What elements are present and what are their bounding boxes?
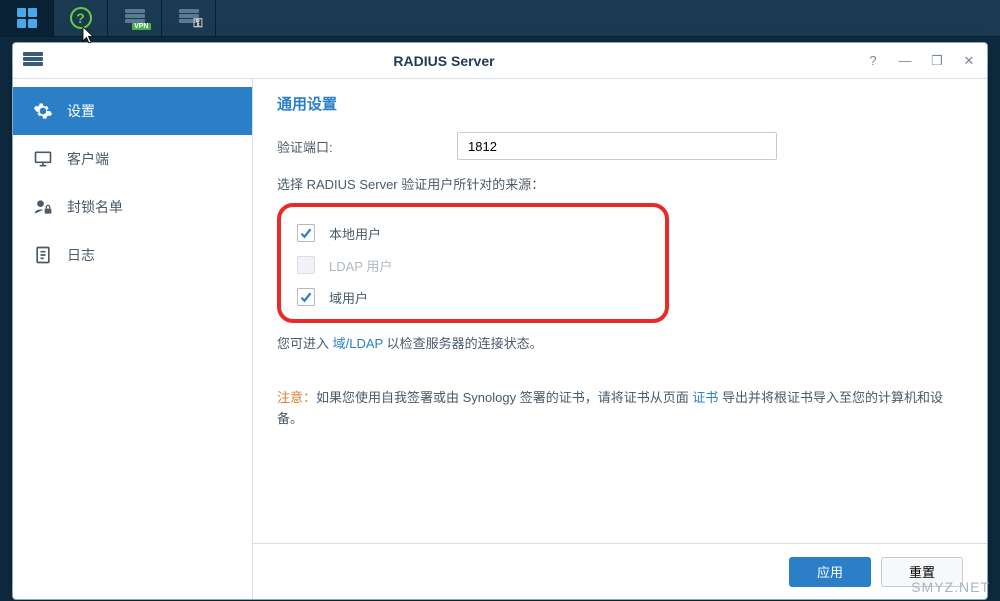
check-icon bbox=[300, 291, 312, 303]
sidebar: 设置 客户端 封锁名单 日志 bbox=[13, 79, 253, 599]
source-domain-row[interactable]: 域用户 bbox=[297, 281, 649, 313]
monitor-icon bbox=[33, 149, 53, 169]
apply-button[interactable]: 应用 bbox=[789, 557, 871, 587]
server-vpn-icon: VPN bbox=[125, 9, 145, 27]
footer: 应用 重置 bbox=[253, 543, 987, 599]
titlebar-help-button[interactable]: ? bbox=[865, 53, 881, 69]
section-title: 通用设置 bbox=[277, 93, 963, 114]
task-help[interactable]: ? bbox=[54, 0, 108, 36]
port-label: 验证端口: bbox=[277, 137, 457, 156]
note-label: 注意： bbox=[277, 390, 316, 405]
server-key-icon: ⚿ bbox=[179, 9, 199, 27]
note-block: 注意：如果您使用自我签署或由 Synology 签署的证书，请将证书从页面 证书… bbox=[277, 388, 963, 430]
window-controls: ? — ❐ ✕ bbox=[865, 53, 977, 69]
port-row: 验证端口: bbox=[277, 132, 963, 160]
source-ldap-row: LDAP 用户 bbox=[297, 249, 649, 281]
close-button[interactable]: ✕ bbox=[961, 53, 977, 69]
gear-icon bbox=[33, 101, 53, 121]
minimize-button[interactable]: — bbox=[897, 53, 913, 69]
sidebar-item-label: 日志 bbox=[67, 245, 95, 265]
sidebar-item-blocklist[interactable]: 封锁名单 bbox=[13, 183, 252, 231]
source-local-row[interactable]: 本地用户 bbox=[297, 217, 649, 249]
cert-link[interactable]: 证书 bbox=[692, 390, 718, 405]
user-lock-icon bbox=[33, 197, 53, 217]
sidebar-item-logs[interactable]: 日志 bbox=[13, 231, 252, 279]
hint-text: 您可进入 域/LDAP 以检查服务器的连接状态。 bbox=[277, 333, 963, 352]
checkbox-ldap bbox=[297, 256, 315, 274]
sidebar-item-label: 封锁名单 bbox=[67, 197, 123, 217]
task-radius[interactable]: ⚿ bbox=[162, 0, 216, 36]
os-taskbar: ? VPN ⚿ bbox=[0, 0, 1000, 37]
port-input[interactable] bbox=[457, 132, 777, 160]
source-ldap-label: LDAP 用户 bbox=[329, 256, 392, 275]
app-window: RADIUS Server ? — ❐ ✕ 设置 客户端 bbox=[12, 42, 988, 600]
apps-grid-icon bbox=[17, 8, 37, 28]
source-label: 选择 RADIUS Server 验证用户所针对的来源： bbox=[277, 174, 963, 193]
source-domain-label: 域用户 bbox=[329, 288, 368, 307]
document-icon bbox=[33, 245, 53, 265]
sidebar-item-settings[interactable]: 设置 bbox=[13, 87, 252, 135]
domain-ldap-link[interactable]: 域/LDAP bbox=[333, 336, 383, 351]
checkbox-local[interactable] bbox=[297, 224, 315, 242]
checkbox-domain[interactable] bbox=[297, 288, 315, 306]
help-icon: ? bbox=[70, 7, 92, 29]
sidebar-item-label: 客户端 bbox=[67, 149, 109, 169]
source-local-label: 本地用户 bbox=[329, 224, 381, 243]
main-panel: 通用设置 验证端口: 选择 RADIUS Server 验证用户所针对的来源： … bbox=[253, 79, 987, 599]
task-vpn[interactable]: VPN bbox=[108, 0, 162, 36]
titlebar: RADIUS Server ? — ❐ ✕ bbox=[13, 43, 987, 79]
task-apps[interactable] bbox=[0, 0, 54, 36]
sidebar-item-label: 设置 bbox=[67, 101, 95, 121]
window-title: RADIUS Server bbox=[23, 53, 865, 69]
watermark: SMYZ.NET bbox=[911, 579, 990, 595]
sidebar-item-clients[interactable]: 客户端 bbox=[13, 135, 252, 183]
maximize-button[interactable]: ❐ bbox=[929, 53, 945, 69]
source-highlight-box: 本地用户 LDAP 用户 域用户 bbox=[277, 203, 669, 323]
check-icon bbox=[300, 227, 312, 239]
